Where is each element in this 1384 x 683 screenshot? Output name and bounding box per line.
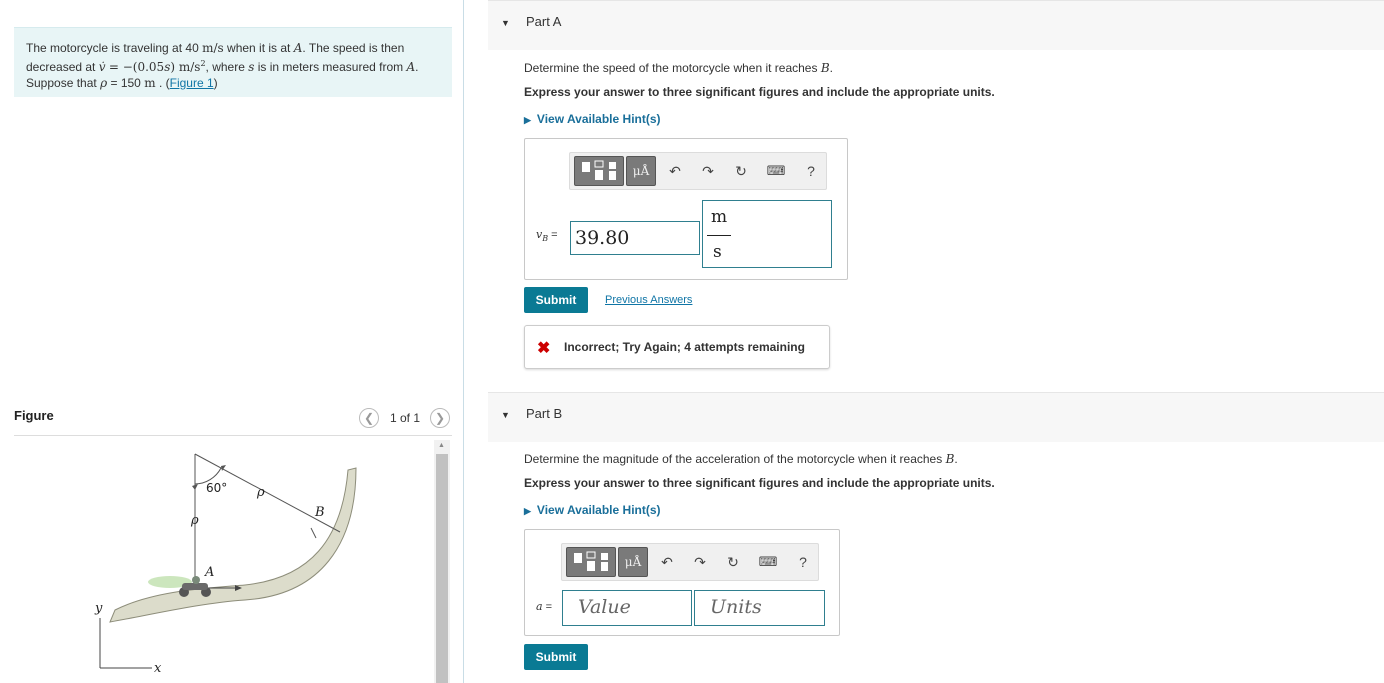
part-a-answer-box: μÅ ↶ ↷ ↻ ⌨ ? vB = 39.80 m s bbox=[524, 138, 848, 280]
part-b-answer-box: μÅ ↶ ↷ ↻ ⌨ ? a = Value Units bbox=[524, 529, 840, 636]
caret-right-icon: ▶ bbox=[524, 115, 531, 125]
undo-button[interactable]: ↶ bbox=[654, 549, 680, 575]
reset-button[interactable]: ↻ bbox=[728, 158, 754, 184]
part-b-value-input[interactable]: Value bbox=[562, 590, 692, 626]
redo-button[interactable]: ↷ bbox=[687, 549, 713, 575]
previous-answers-link[interactable]: Previous Answers bbox=[605, 294, 692, 306]
error-x-icon: ✖ bbox=[537, 340, 551, 357]
reset-button[interactable]: ↻ bbox=[720, 549, 746, 575]
rho-label-b: ρ bbox=[256, 485, 265, 500]
part-b-title: Part B bbox=[526, 406, 563, 421]
figure-title: Figure bbox=[14, 408, 54, 423]
part-b-submit-button[interactable]: Submit bbox=[524, 644, 588, 670]
y-axis-label: y bbox=[94, 601, 103, 616]
part-a-submit-button[interactable]: Submit bbox=[524, 287, 588, 313]
part-b-question: Determine the magnitude of the accelerat… bbox=[524, 452, 958, 466]
part-a-variable-label: vB = bbox=[536, 228, 558, 244]
template-icon bbox=[574, 551, 608, 571]
redo-button[interactable]: ↷ bbox=[695, 158, 721, 184]
template-icon bbox=[582, 160, 616, 180]
curved-road bbox=[109, 467, 357, 623]
part-b-instructions: Express your answer to three significant… bbox=[524, 476, 995, 490]
rho-label-a: ρ bbox=[190, 513, 199, 528]
figure-header: Figure ❮ 1 of 1 ❯ bbox=[14, 406, 452, 436]
part-a-feedback: ✖ Incorrect; Try Again; 4 attempts remai… bbox=[524, 325, 830, 369]
unit-numerator: m bbox=[711, 207, 728, 227]
units-button[interactable]: μÅ bbox=[618, 547, 648, 577]
caret-right-icon: ▶ bbox=[524, 506, 531, 516]
undo-icon: ↶ bbox=[669, 162, 681, 179]
scroll-up-icon[interactable]: ▲ bbox=[438, 442, 445, 449]
chevron-right-icon: ❯ bbox=[434, 411, 446, 425]
fraction-bar bbox=[707, 235, 731, 236]
point-b-label: B bbox=[314, 505, 325, 520]
x-axis-label: x bbox=[154, 661, 162, 676]
figure-prev-button[interactable]: ❮ bbox=[359, 408, 379, 428]
part-a-toolbar: μÅ ↶ ↷ ↻ ⌨ ? bbox=[569, 152, 827, 190]
part-a-units-input[interactable]: m s bbox=[702, 200, 832, 268]
part-b-header[interactable]: ▼ Part B bbox=[488, 392, 1384, 442]
part-a-value-input[interactable]: 39.80 bbox=[570, 221, 700, 255]
part-a-question: Determine the speed of the motorcycle wh… bbox=[524, 61, 833, 75]
undo-icon: ↶ bbox=[661, 553, 673, 570]
part-a-header[interactable]: ▼ Part A bbox=[488, 0, 1384, 50]
keyboard-icon: ⌨ bbox=[766, 163, 786, 178]
feedback-text: Incorrect; Try Again; 4 attempts remaini… bbox=[564, 340, 805, 354]
help-button[interactable]: ? bbox=[790, 549, 816, 575]
templates-button[interactable] bbox=[574, 156, 624, 186]
figure-image: 60° ρ ρ B A y x bbox=[94, 453, 357, 676]
angle-label: 60° bbox=[206, 481, 227, 495]
point-a-label: A bbox=[204, 565, 214, 580]
keyboard-button[interactable]: ⌨ bbox=[755, 549, 781, 575]
keyboard-icon: ⌨ bbox=[758, 554, 778, 569]
reset-icon: ↻ bbox=[727, 553, 739, 570]
problem-text: The motorcycle is traveling at 40 m/s wh… bbox=[26, 41, 419, 90]
keyboard-button[interactable]: ⌨ bbox=[763, 158, 789, 184]
part-b-units-input[interactable]: Units bbox=[694, 590, 825, 626]
motorcycle bbox=[148, 576, 211, 597]
figure-link[interactable]: Figure 1 bbox=[170, 76, 214, 90]
undo-button[interactable]: ↶ bbox=[662, 158, 688, 184]
part-a-hint-link[interactable]: ▶ View Available Hint(s) bbox=[524, 112, 661, 126]
chevron-left-icon: ❮ bbox=[363, 411, 375, 425]
figure-count: 1 of 1 bbox=[390, 411, 421, 425]
part-a-instructions: Express your answer to three significant… bbox=[524, 85, 995, 99]
redo-icon: ↷ bbox=[702, 162, 714, 179]
units-button[interactable]: μÅ bbox=[626, 156, 656, 186]
figure-scrollbar[interactable]: ▲ bbox=[434, 440, 450, 683]
templates-button[interactable] bbox=[566, 547, 616, 577]
part-b-toolbar: μÅ ↶ ↷ ↻ ⌨ ? bbox=[561, 543, 819, 581]
collapse-triangle-icon: ▼ bbox=[501, 410, 510, 420]
unit-denominator: s bbox=[713, 242, 722, 262]
figure-next-button[interactable]: ❯ bbox=[430, 408, 450, 428]
figure-scrollbar-thumb[interactable] bbox=[436, 454, 448, 683]
panel-divider bbox=[463, 0, 464, 683]
help-button[interactable]: ? bbox=[798, 158, 824, 184]
collapse-triangle-icon: ▼ bbox=[501, 18, 510, 28]
problem-statement: The motorcycle is traveling at 40 m/s wh… bbox=[14, 27, 452, 97]
reset-icon: ↻ bbox=[735, 162, 747, 179]
part-a-title: Part A bbox=[526, 14, 562, 29]
part-b-hint-link[interactable]: ▶ View Available Hint(s) bbox=[524, 503, 661, 517]
part-b-variable-label: a = bbox=[536, 600, 553, 613]
redo-icon: ↷ bbox=[694, 553, 706, 570]
